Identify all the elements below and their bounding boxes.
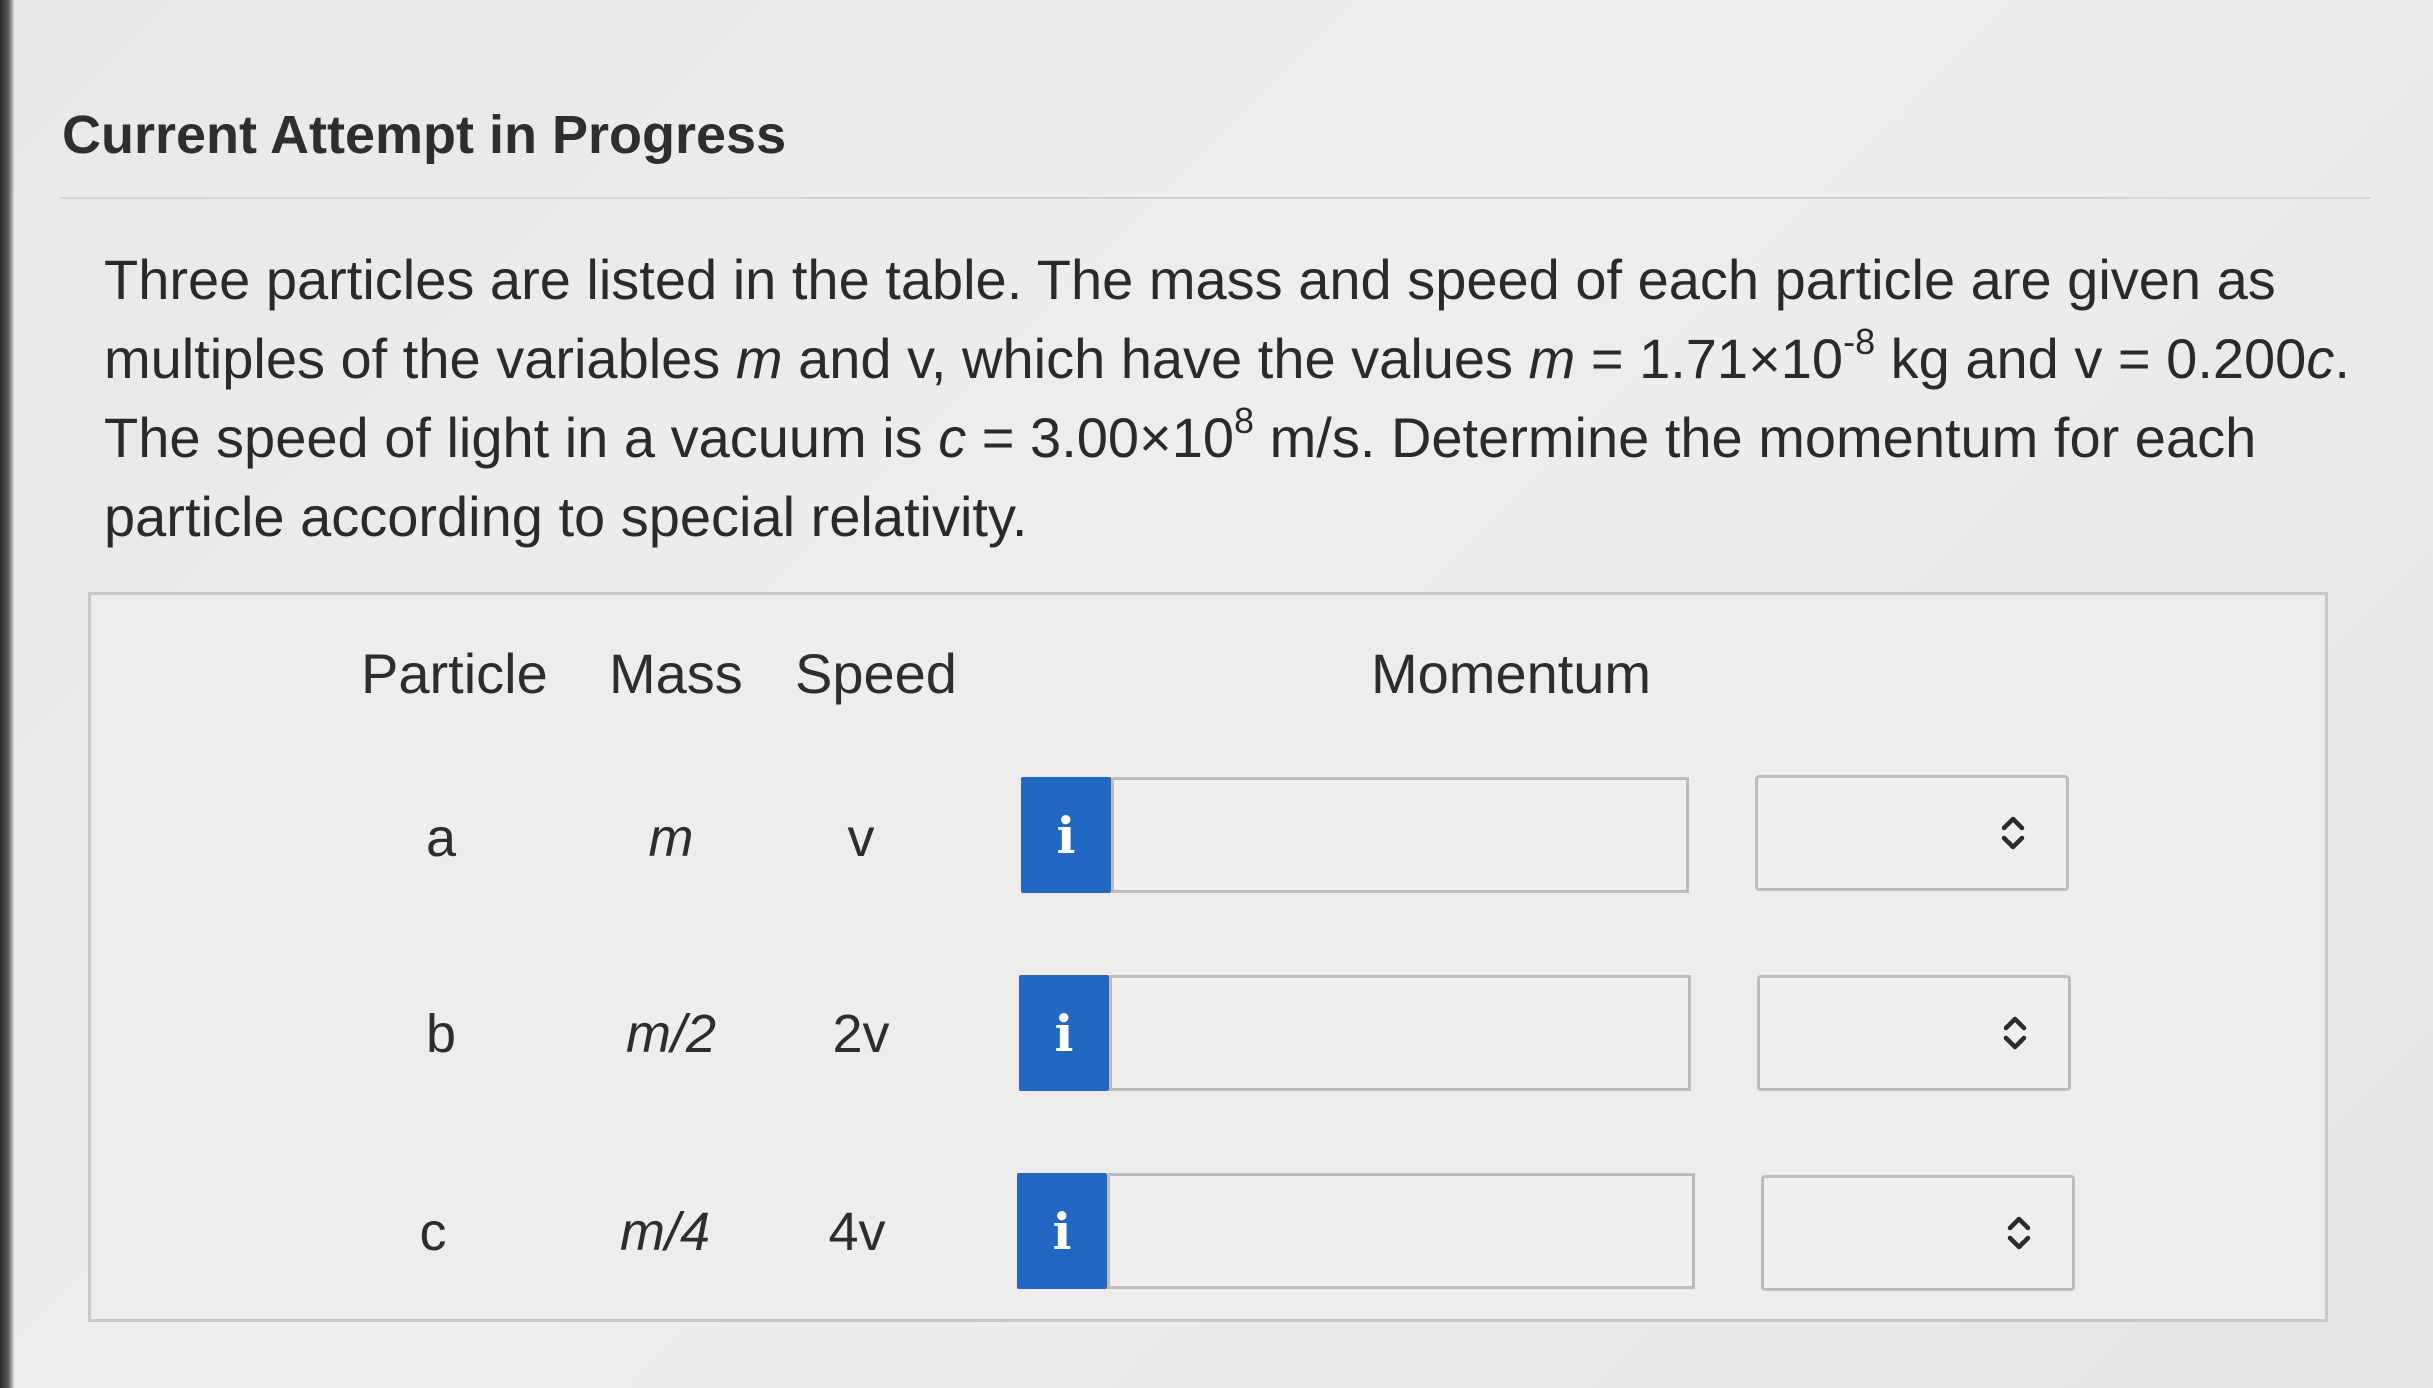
mass-exponent: -8 [1843, 321, 1876, 363]
row-c-unit-select[interactable] [1761, 1175, 2075, 1291]
row-b-speed: 2v [832, 1004, 890, 1064]
column-header-particle: Particle [361, 642, 548, 705]
row-a-particle: a [425, 808, 457, 868]
row-b-particle: b [425, 1004, 457, 1064]
row-c-particle: c [419, 1202, 447, 1262]
row-c-momentum-input[interactable] [1107, 1173, 1695, 1289]
question-text: Three particles are listed in the table.… [104, 240, 2354, 556]
chevron-up-down-icon [2007, 1216, 2031, 1250]
info-icon: i [1052, 1201, 1072, 1261]
column-header-momentum: Momentum [1371, 642, 1652, 705]
screen: Current Attempt in Progress Three partic… [0, 0, 2433, 1388]
variable-c: c [938, 406, 967, 469]
variable-m: m [735, 327, 783, 390]
page-title: Current Attempt in Progress [62, 105, 787, 165]
row-b-mass: m/2 [625, 1004, 717, 1064]
question-line-2: multiples of the variables m and v, whic… [104, 319, 2354, 398]
question-line-4: particle according to special relativity… [104, 485, 1028, 548]
particle-table: Particle Mass Speed Momentum a m v i b m… [88, 592, 2328, 1322]
row-b-momentum-input[interactable] [1109, 975, 1691, 1091]
info-icon: i [1054, 1003, 1074, 1063]
speed-value: kg and v = 0.200 [1875, 327, 2307, 390]
question-text-fragment: . [2334, 327, 2350, 390]
question-text-fragment: The speed of light in a vacuum is [104, 406, 939, 469]
row-a-momentum-input[interactable] [1111, 777, 1689, 893]
column-header-mass: Mass [609, 642, 743, 705]
variable-m: m [1528, 327, 1576, 390]
row-a-info-button[interactable]: i [1021, 777, 1111, 893]
row-a-unit-select[interactable] [1755, 775, 2069, 891]
row-b-unit-select[interactable] [1757, 975, 2071, 1091]
chevron-up-down-icon [2003, 1016, 2027, 1050]
question-text-fragment: , which have the values [930, 327, 1529, 390]
row-b-info-button[interactable]: i [1019, 975, 1109, 1091]
chevron-up-down-icon [2001, 816, 2025, 850]
question-line-1: Three particles are listed in the table.… [104, 248, 2276, 311]
row-a-mass: m [648, 808, 694, 868]
screen-bezel [0, 0, 14, 1388]
row-a-speed: v [847, 808, 875, 868]
header-divider [60, 197, 2370, 199]
variable-c: c [2306, 327, 2335, 390]
info-icon: i [1056, 805, 1076, 865]
question-line-3: The speed of light in a vacuum is c = 3.… [104, 398, 2354, 477]
light-speed-value: = 3.00×10 [966, 406, 1235, 469]
row-c-speed: 4v [828, 1202, 886, 1262]
question-text-fragment: and [782, 327, 908, 390]
question-text-fragment: multiples of the variables [104, 327, 736, 390]
question-text-fragment: m/s. Determine the momentum for each [1254, 406, 2257, 469]
mass-value: = 1.71×10 [1575, 327, 1844, 390]
column-header-speed: Speed [795, 642, 957, 705]
row-c-mass: m/4 [619, 1202, 711, 1262]
light-speed-exponent: 8 [1234, 400, 1255, 442]
variable-v: v [907, 327, 931, 390]
row-c-info-button[interactable]: i [1017, 1173, 1107, 1289]
